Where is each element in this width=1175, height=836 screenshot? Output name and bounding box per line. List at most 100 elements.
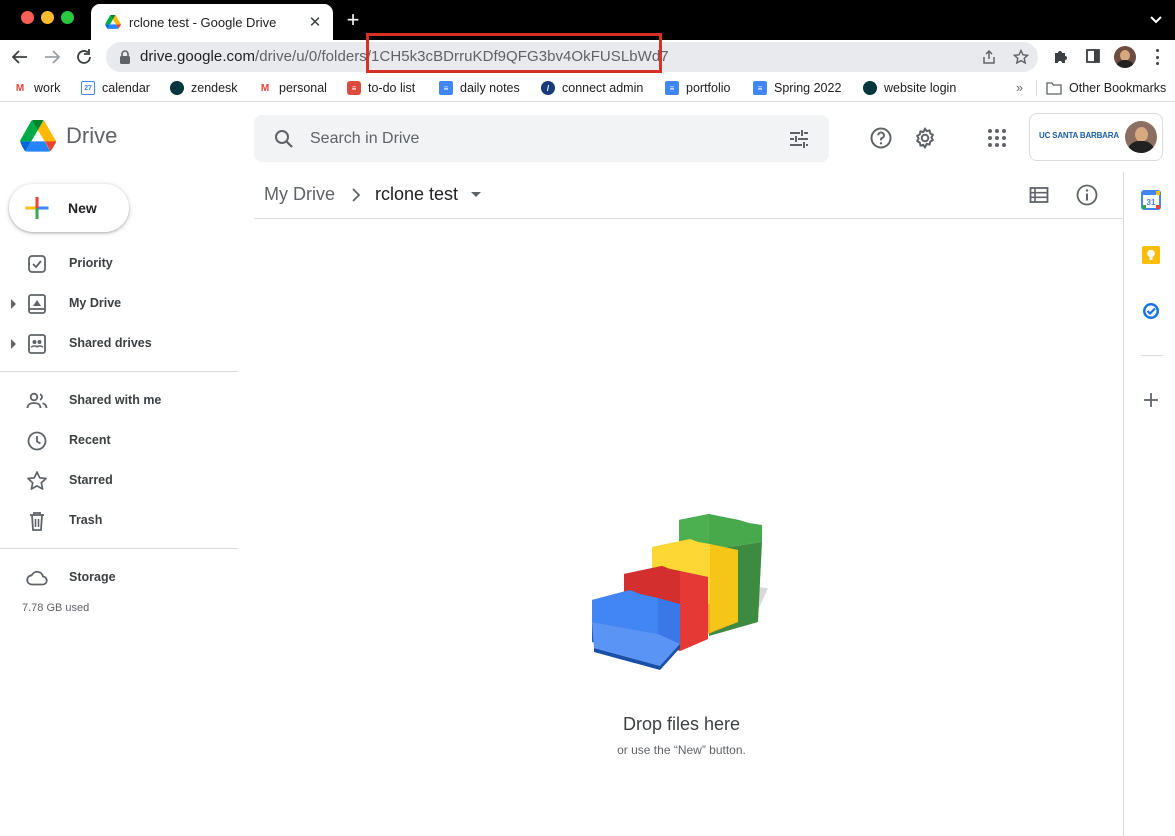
calendar-icon: 27: [81, 81, 95, 95]
sidebar-item-my-drive[interactable]: My Drive: [0, 288, 238, 320]
reload-button[interactable]: [73, 46, 95, 68]
sidebar-item-shared-with-me[interactable]: Shared with me: [0, 385, 238, 417]
profile-avatar[interactable]: [1114, 46, 1136, 68]
google-keep-icon[interactable]: [1141, 245, 1161, 265]
lock-icon[interactable]: [117, 49, 133, 65]
empty-state-subtitle: or use the “New” button.: [617, 743, 746, 757]
illustration-blue-folder: [592, 590, 680, 670]
clock-icon: [27, 431, 47, 451]
zoom-window-button[interactable]: [61, 11, 74, 24]
storage-used-text: 7.78 GB used: [22, 602, 90, 614]
drive-brand-name: Drive: [66, 123, 118, 148]
empty-folder-illustration: [592, 514, 768, 670]
side-panel-icon[interactable]: [1085, 48, 1101, 64]
drive-logo-icon: [20, 120, 56, 152]
sidebar-item-label: My Drive: [69, 296, 122, 310]
sidebar-item-label: Shared with me: [69, 393, 162, 407]
docs-icon: ≡: [665, 81, 679, 95]
sidebar-item-label: Recent: [69, 433, 111, 447]
sidebar-item-storage[interactable]: Storage: [0, 562, 238, 594]
shared-drives-icon: [28, 334, 46, 354]
bookmarks-bar: Mwork 27 calendar zendesk Mpersonal ≡ to-d…: [0, 74, 1175, 102]
sidebar-item-recent[interactable]: Recent: [0, 425, 238, 457]
bookmarks-overflow-button[interactable]: »: [1016, 80, 1023, 96]
extensions-puzzle-icon[interactable]: [1053, 48, 1069, 64]
google-tasks-icon[interactable]: [1141, 301, 1161, 321]
url-path: /drive/u/0/folders/: [255, 48, 372, 65]
sidebar-item-trash[interactable]: Trash: [0, 505, 238, 537]
forward-button[interactable]: [41, 46, 63, 68]
bookmark-personal[interactable]: Mpersonal: [258, 80, 327, 96]
account-switcher[interactable]: UC SANTA BARBARA: [1029, 113, 1163, 161]
back-button[interactable]: [9, 46, 31, 68]
breadcrumb: My Drive rclone test: [254, 172, 1123, 219]
docs-icon: ≡: [439, 81, 453, 95]
help-icon[interactable]: [869, 126, 893, 150]
reload-icon: [77, 49, 91, 64]
bookmark-to-do-list[interactable]: ≡ to-do list: [347, 80, 415, 96]
zendesk-icon: [170, 81, 184, 95]
info-icon[interactable]: [1075, 183, 1099, 207]
sidebar-item-label: Starred: [69, 473, 113, 487]
search-bar[interactable]: [254, 115, 829, 162]
apps-grid-icon[interactable]: [985, 126, 1009, 150]
share-icon[interactable]: [981, 49, 997, 65]
search-input[interactable]: [310, 127, 750, 151]
new-button[interactable]: New: [9, 184, 129, 232]
compass-icon: /: [541, 81, 555, 95]
bookmark-daily-notes[interactable]: ≡ daily notes: [439, 80, 520, 96]
folder-menu-caret-icon[interactable]: [471, 192, 481, 197]
bookmark-other-bookmarks[interactable]: Other Bookmarks: [1046, 80, 1166, 96]
bookmark-connect-admin[interactable]: / connect admin: [541, 80, 643, 96]
bookmark-website-login[interactable]: website login: [863, 80, 956, 96]
todoist-icon: ≡: [347, 81, 361, 95]
bookmark-portfolio[interactable]: ≡ portfolio: [665, 80, 730, 96]
sidebar-divider: [0, 371, 238, 372]
bookmarks-separator: [1036, 80, 1037, 96]
bookmark-spring-2022[interactable]: ≡ Spring 2022: [753, 80, 841, 96]
expand-arrow-icon[interactable]: [11, 299, 16, 309]
sidebar-item-label: Storage: [69, 570, 116, 584]
sidebar-item-starred[interactable]: Starred: [0, 465, 238, 497]
arrow-right-icon: [45, 50, 61, 64]
sidebar-item-label: Trash: [69, 513, 103, 527]
settings-gear-icon[interactable]: [913, 126, 937, 150]
google-calendar-icon[interactable]: 31: [1141, 190, 1161, 210]
sidebar-item-shared-drives[interactable]: Shared drives: [0, 328, 238, 360]
bookmark-work[interactable]: Mwork: [13, 80, 61, 96]
gmail-icon: M: [15, 82, 25, 94]
bookmark-zendesk[interactable]: zendesk: [170, 80, 238, 96]
bookmark-star-icon[interactable]: [1013, 49, 1029, 65]
sidebar: New Priority My Drive Shared drives Shar…: [0, 172, 254, 836]
priority-check-icon: [28, 255, 46, 273]
star-icon: [27, 471, 47, 490]
browser-menu-kebab-icon[interactable]: [1154, 49, 1160, 65]
tab-close-icon[interactable]: ✕: [307, 14, 323, 31]
trash-icon: [30, 512, 44, 531]
breadcrumb-current-folder[interactable]: rclone test: [375, 184, 458, 205]
my-drive-icon: [28, 294, 46, 314]
minimize-window-button[interactable]: [41, 11, 54, 24]
breadcrumb-my-drive[interactable]: My Drive: [264, 184, 335, 205]
tab-search-chevron-icon[interactable]: [1149, 10, 1163, 30]
search-options-icon[interactable]: [787, 127, 811, 151]
expand-arrow-icon[interactable]: [11, 339, 16, 349]
account-avatar[interactable]: [1125, 121, 1157, 153]
gmail-icon: M: [260, 82, 270, 94]
svg-text:31: 31: [1147, 198, 1156, 207]
close-window-button[interactable]: [21, 11, 34, 24]
sidebar-item-label: Shared drives: [69, 336, 152, 350]
side-panel: 31: [1123, 172, 1175, 836]
tab-title: rclone test - Google Drive: [129, 14, 277, 30]
list-view-icon[interactable]: [1027, 183, 1051, 207]
drive-brand[interactable]: Drive: [20, 120, 117, 152]
sidebar-item-priority[interactable]: Priority: [0, 248, 238, 280]
sidebar-item-label: Priority: [69, 256, 113, 270]
add-addon-plus-icon[interactable]: [1141, 390, 1161, 410]
browser-tab-active[interactable]: rclone test - Google Drive ✕: [91, 4, 333, 40]
search-icon[interactable]: [272, 127, 296, 151]
zendesk-icon: [863, 81, 877, 95]
new-tab-button[interactable]: +: [343, 9, 363, 31]
drive-header: Drive UC SANTA BARBARA: [0, 103, 1175, 172]
bookmark-calendar[interactable]: 27 calendar: [81, 80, 150, 96]
